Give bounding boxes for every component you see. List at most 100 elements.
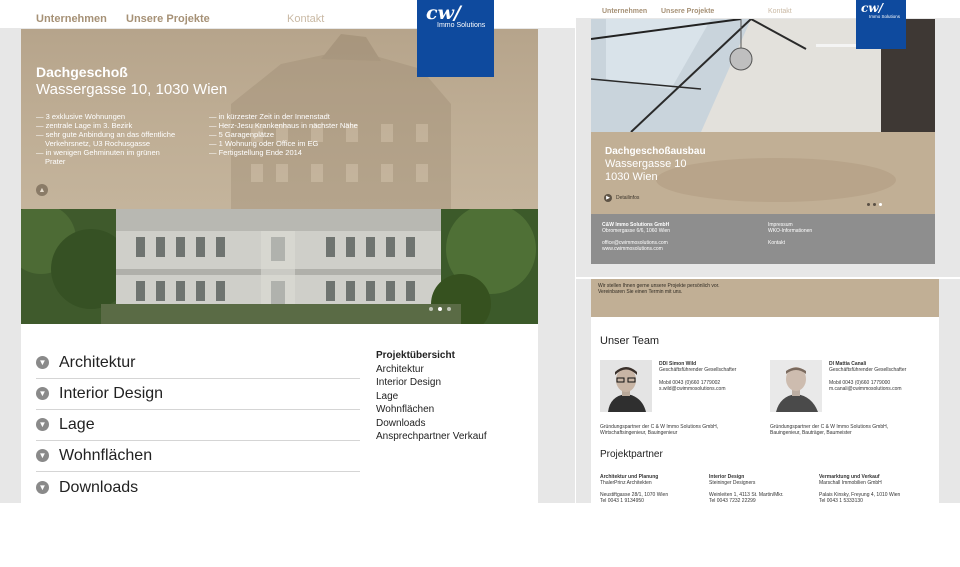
bullet-item: — sehr gute Anbindung an das öffentliche bbox=[36, 130, 176, 139]
person-email[interactable]: m.canali@cwimmosolutions.com bbox=[829, 386, 906, 392]
right-carousel-dots[interactable] bbox=[867, 203, 882, 206]
accordion-architektur[interactable]: ▼ Architektur bbox=[36, 347, 360, 379]
nav-unternehmen-small[interactable]: Unternehmen bbox=[602, 8, 647, 15]
avatar bbox=[770, 360, 822, 412]
footer-address: C&W Immo Solutions GmbH Obromergasse 6/6… bbox=[602, 222, 670, 252]
accordion-wohnflaechen[interactable]: ▼ Wohnflächen bbox=[36, 440, 360, 472]
nav-unternehmen[interactable]: Unternehmen bbox=[36, 13, 107, 25]
hero-bullets-left: — 3 exklusive Wohnungen — zentrale Lage … bbox=[36, 112, 175, 166]
chevron-right-icon: ▶ bbox=[604, 194, 612, 202]
sidebar-title: Projektübersicht bbox=[376, 350, 455, 361]
right-hero-title: Dachgeschoßausbau bbox=[605, 146, 706, 157]
partner-address: Palais Kinsky, Freyung 4, 1010 Wien bbox=[819, 491, 901, 498]
nav-kontakt[interactable]: Kontakt bbox=[287, 13, 324, 25]
accordion-label: Downloads bbox=[59, 478, 139, 496]
chevron-down-icon: ▼ bbox=[36, 387, 49, 400]
nav-unsere-projekte[interactable]: Unsere Projekte bbox=[126, 13, 210, 25]
avatar bbox=[600, 360, 652, 412]
carousel-dots[interactable] bbox=[429, 307, 451, 311]
carousel-dot-active[interactable] bbox=[879, 203, 882, 206]
bullet-item: — 3 exklusive Wohnungen bbox=[36, 112, 126, 121]
logo-subtitle: Immo Solutions bbox=[869, 14, 901, 19]
person-email[interactable]: s.wild@cwimmosolutions.com bbox=[659, 386, 736, 392]
accordion-interior-design[interactable]: ▼ Interior Design bbox=[36, 378, 360, 410]
accordion-label: Lage bbox=[59, 415, 95, 433]
partner-address: Weinleiten 1, 4113 St. Martin/Mkr. bbox=[709, 491, 784, 498]
footer-street: Obromergasse 6/6, 1060 Wien bbox=[602, 228, 671, 235]
person-bio-simon-wild: Gründungspartner der C & W Immo Solution… bbox=[600, 424, 718, 437]
chevron-down-icon: ▼ bbox=[36, 481, 49, 494]
right-hero-street: Wassergasse 10 bbox=[605, 158, 687, 170]
bullet-item: — in kürzester Zeit in der Innenstadt bbox=[209, 112, 330, 121]
logo-mark: cw/ bbox=[861, 1, 884, 15]
chevron-down-icon: ▼ bbox=[36, 449, 49, 462]
bullet-item: Verkehrsnetz, U3 Rochusgasse bbox=[45, 139, 151, 148]
partner-interior-design: Interior Design Steininger Designers Wei… bbox=[709, 474, 784, 504]
carousel-dot-active[interactable] bbox=[438, 307, 442, 311]
person-role: Geschäftsführender Gesellschafter bbox=[829, 367, 907, 374]
nav-kontakt-small[interactable]: Kontakt bbox=[768, 8, 792, 15]
person-card-simon-wild: DDI Simon Wild Geschäftsführender Gesell… bbox=[659, 361, 736, 392]
person-bio-mattia-canali: Gründungspartner der C & W Immo Solution… bbox=[770, 424, 888, 437]
chevron-up-icon[interactable]: ▲ bbox=[36, 184, 48, 196]
hero-title: Dachgeschoß bbox=[36, 64, 128, 80]
hero-bullets-right: — in kürzester Zeit in der Innenstadt — … bbox=[209, 112, 358, 157]
right-hero-city: 1030 Wien bbox=[605, 171, 658, 183]
partner-vermarktung: Vermarktung und Verkauf Marschall Immobi… bbox=[819, 474, 900, 504]
logo-mark: cw/ bbox=[426, 2, 461, 24]
logo[interactable]: cw/ Immo Solutions bbox=[417, 0, 494, 77]
accordion-label: Architektur bbox=[59, 353, 136, 371]
portrait-simon-wild bbox=[600, 360, 652, 412]
person-role: Geschäftsführender Gesellschafter bbox=[659, 367, 737, 374]
bullet-item: Prater bbox=[45, 157, 66, 166]
building-photo-art bbox=[21, 209, 538, 324]
footer-email[interactable]: office@cwimmosolutions.com bbox=[602, 240, 670, 246]
accordion-downloads[interactable]: ▼ Downloads bbox=[36, 472, 360, 503]
building-photo bbox=[21, 209, 538, 324]
nav-unsere-projekte-small[interactable]: Unsere Projekte bbox=[661, 8, 714, 15]
bullet-item: — zentrale Lage im 3. Bezirk bbox=[36, 121, 133, 130]
detailinfos-link[interactable]: ▶ Detailinfos bbox=[604, 194, 639, 202]
partner-architektur: Architektur und Planung ThalerPrinz Arch… bbox=[600, 474, 668, 504]
logo-small[interactable]: cw/ Immo Solutions bbox=[856, 0, 906, 49]
right-hero-address: Wassergasse 10 1030 Wien bbox=[605, 158, 687, 184]
sidebar-link-ansprechpartner[interactable]: Ansprechpartner Verkauf bbox=[376, 430, 526, 444]
intro-text: Wir stellen Ihnen gerne unsere Projekte … bbox=[598, 283, 719, 296]
person-card-mattia-canali: DI Mattia Canali Geschäftsführender Gese… bbox=[829, 361, 906, 392]
project-overview-sidebar: Projektübersicht Architektur Interior De… bbox=[376, 349, 526, 444]
sidebar-link-interior-design[interactable]: Interior Design bbox=[376, 376, 526, 390]
partners-title: Projektpartner bbox=[600, 449, 663, 460]
chevron-down-icon: ▼ bbox=[36, 356, 49, 369]
bullet-item: — Herz-Jesu Krankenhaus in nächster Nähe bbox=[209, 121, 358, 130]
bullet-item: — 5 Garagenplätze bbox=[209, 130, 275, 139]
chevron-down-icon: ▼ bbox=[36, 418, 49, 431]
footer-link-wko[interactable]: WKO-Informationen bbox=[768, 228, 812, 234]
footer-link-kontakt[interactable]: Kontakt bbox=[768, 240, 812, 246]
bio-line: Bauingenieur, Bauträger, Baumeister bbox=[770, 430, 852, 437]
carousel-dot[interactable] bbox=[447, 307, 451, 311]
bullet-item: — in wenigen Gehminuten im grünen bbox=[36, 148, 160, 157]
bullet-item: — Fertigstellung Ende 2014 bbox=[209, 148, 302, 157]
partner-address: Neustiftgasse 28/1, 1070 Wien bbox=[600, 491, 669, 498]
hero-address: Wassergasse 10, 1030 Wien bbox=[36, 81, 228, 98]
site-footer: C&W Immo Solutions GmbH Obromergasse 6/6… bbox=[591, 214, 935, 264]
logo-subtitle: Immo Solutions bbox=[437, 22, 486, 29]
accordion-label: Wohnflächen bbox=[59, 446, 153, 464]
accordion-lage[interactable]: ▼ Lage bbox=[36, 409, 360, 441]
sidebar-link-architektur[interactable]: Architektur bbox=[376, 363, 526, 377]
bio-line: Wirtschaftsingenieur, Bauingenieur bbox=[600, 430, 678, 437]
team-title: Unser Team bbox=[600, 335, 660, 347]
sidebar-link-downloads[interactable]: Downloads bbox=[376, 417, 526, 431]
sidebar-link-lage[interactable]: Lage bbox=[376, 390, 526, 404]
footer-web[interactable]: www.cwimmosolutions.com bbox=[602, 246, 670, 252]
bullet-item: — 1 Wohnung oder Office im EG bbox=[209, 139, 319, 148]
carousel-dot[interactable] bbox=[867, 203, 870, 206]
accordion-label: Interior Design bbox=[59, 384, 164, 402]
intro-line-2: Vereinbaren Sie einen Termin mit uns. bbox=[598, 289, 683, 296]
bottom-whitespace bbox=[0, 503, 960, 567]
carousel-dot[interactable] bbox=[429, 307, 433, 311]
portrait-mattia-canali bbox=[770, 360, 822, 412]
sidebar-link-wohnflaechen[interactable]: Wohnflächen bbox=[376, 403, 526, 417]
detailinfos-label: Detailinfos bbox=[616, 195, 640, 201]
carousel-dot[interactable] bbox=[873, 203, 876, 206]
